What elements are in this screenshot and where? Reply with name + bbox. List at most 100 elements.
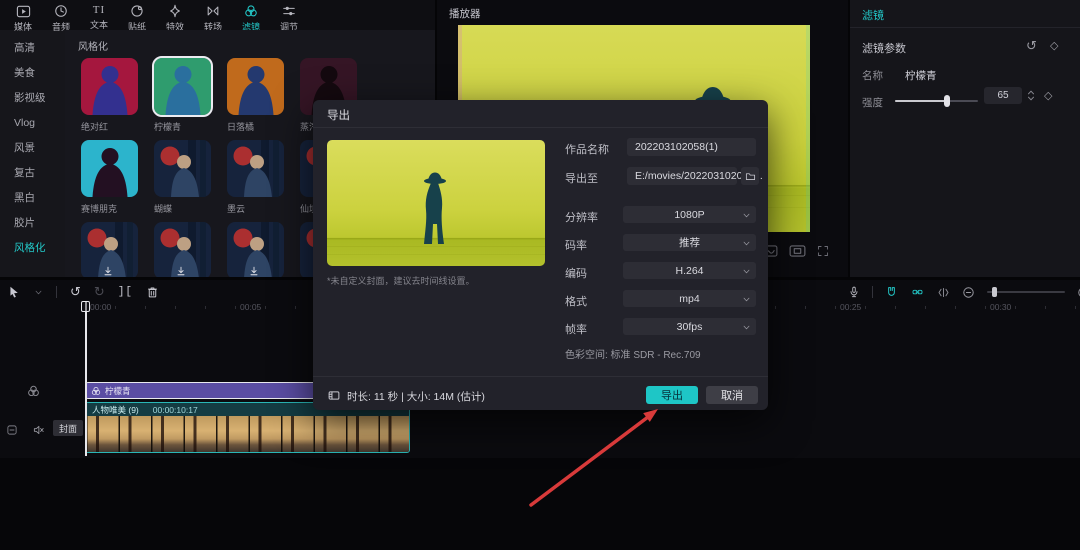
ruler-tick [295,306,296,309]
filter-thumb-蝴蝶[interactable]: 蝴蝶 [154,140,212,215]
sidebar-item-高清[interactable]: 高清 [0,36,65,61]
framerate-select[interactable]: 30fps [623,318,756,335]
toolbar-item-media[interactable]: 媒体 [4,0,42,30]
undo-icon[interactable]: ↺ [70,284,81,300]
export-button[interactable]: 导出 [646,386,698,404]
ruler-label: 00:00 [90,302,111,312]
zoom-slider-handle[interactable] [992,287,997,297]
filter-thumbnail-image[interactable] [154,140,211,197]
sidebar-item-Vlog[interactable]: Vlog [0,111,65,136]
redo-icon[interactable]: ↻ [94,284,105,300]
sidebar-item-复古[interactable]: 复古 [0,161,65,186]
sidebar-item-美食[interactable]: 美食 [0,61,65,86]
filter-thumb-label: 绝对红 [81,120,139,133]
filter-thumbnail-image[interactable] [81,140,138,197]
toolbar-item-text[interactable]: TI文本 [80,0,118,30]
filter-thumbnail-image[interactable] [227,140,284,197]
record-mic-icon[interactable] [848,285,860,299]
snap-magnet-icon[interactable] [885,286,898,299]
filter-thumbnail-image[interactable] [81,58,138,115]
strength-slider-fill [895,100,947,102]
ratio-icon[interactable] [789,245,806,257]
field-label-bitrate: 码率 [565,237,587,253]
ruler-tick [1045,306,1046,309]
strength-slider-handle[interactable] [944,95,950,107]
chevron-down-icon [742,267,751,276]
keyframe-icon[interactable]: ◇ [1044,89,1052,102]
filter-thumb-row3-1[interactable] [81,222,139,277]
sidebar-item-胶片[interactable]: 胶片 [0,211,65,236]
browse-folder-button[interactable] [741,167,759,185]
resolution-select[interactable]: 1080P [623,206,756,223]
ruler-tick [955,306,956,309]
ruler-label: 00:05 [240,302,261,312]
ruler-tick [865,306,866,309]
fullscreen-icon[interactable] [817,245,829,257]
toolbar-item-effects[interactable]: 特效 [156,0,194,30]
sticker-icon [130,4,144,18]
export-summary: 时长: 11 秒 | 大小: 14M (估计) [347,389,485,404]
project-name-input[interactable]: 202203102058(1) [627,138,756,156]
bitrate-select[interactable]: 推荐 [623,234,756,251]
timeline-zoom-slider[interactable] [987,287,1065,297]
split-icon[interactable]: ][ [118,286,133,298]
sidebar-item-影视级[interactable]: 影视级 [0,86,65,111]
toolbar-item-transition[interactable]: 转场 [194,0,232,30]
codec-select[interactable]: H.264 [623,262,756,279]
dialog-title: 导出 [327,107,350,123]
filter-thumbnail-image[interactable] [154,222,211,277]
filter-thumb-柠檬青[interactable]: 柠檬青 [154,58,212,133]
filter-thumbnail-image[interactable] [81,222,138,277]
preview-axis-icon[interactable] [937,286,950,299]
diamond-icon[interactable]: ◇ [1050,39,1058,52]
export-path-input[interactable]: E:/movies/202203102058... [627,167,737,185]
filter-thumbnail-image[interactable] [154,58,211,115]
player-title: 播放器 [449,6,481,21]
download-icon [175,265,187,277]
download-icon [102,265,114,277]
stepper-icon[interactable] [1026,88,1036,103]
ruler-tick [1015,306,1016,309]
toolbar-item-filter[interactable]: 滤镜 [232,0,270,30]
cancel-button[interactable]: 取消 [706,386,758,404]
mute-track-icon[interactable] [32,424,45,436]
ruler-tick [205,306,206,309]
strength-value-input[interactable]: 65 [984,87,1022,104]
filter-track-icon [27,384,40,398]
playhead-line[interactable] [85,302,87,456]
sidebar-item-风格化[interactable]: 风格化 [0,236,65,261]
select-tool-icon[interactable] [8,285,21,299]
filter-thumbnail-image[interactable] [227,222,284,277]
filter-name-value: 柠檬青 [905,68,937,83]
playhead-handle[interactable] [81,301,90,312]
delete-icon[interactable] [146,285,159,299]
zoom-out-icon[interactable] [962,286,975,299]
ruler-tick [775,306,776,309]
sidebar-item-风景[interactable]: 风景 [0,136,65,161]
cover-button[interactable]: 封面 [53,420,83,436]
filter-thumb-label: 赛博朋克 [81,202,139,215]
toolbar-item-adjust[interactable]: 调节 [270,0,308,30]
filter-thumb-row3-3[interactable] [227,222,285,277]
filter-thumb-日落橘[interactable]: 日落橘 [227,58,285,133]
toolbar-item-audio[interactable]: 音频 [42,0,80,30]
export-dialog: 导出 [313,100,768,410]
filter-thumb-墨云[interactable]: 墨云 [227,140,285,215]
reset-icon[interactable]: ↺ [1026,38,1037,54]
format-select[interactable]: mp4 [623,290,756,307]
sidebar-item-黑白[interactable]: 黑白 [0,186,65,211]
divider [56,286,57,298]
ruler-tick [115,306,116,309]
film-icon [327,389,341,402]
link-toggle-icon[interactable] [910,286,925,298]
ruler-tick [145,306,146,309]
filter-thumb-row3-2[interactable] [154,222,212,277]
tab-filter[interactable]: 滤镜 [862,7,884,23]
filter-thumb-赛博朋克[interactable]: 赛博朋克 [81,140,139,215]
filter-thumbnail-image[interactable] [227,58,284,115]
chevron-down-icon[interactable] [34,288,43,297]
field-label-format: 格式 [565,293,587,309]
filter-thumb-绝对红[interactable]: 绝对红 [81,58,139,133]
toolbar-item-sticker[interactable]: 贴纸 [118,0,156,30]
colorspace-text: 色彩空间: 标准 SDR - Rec.709 [565,346,701,361]
